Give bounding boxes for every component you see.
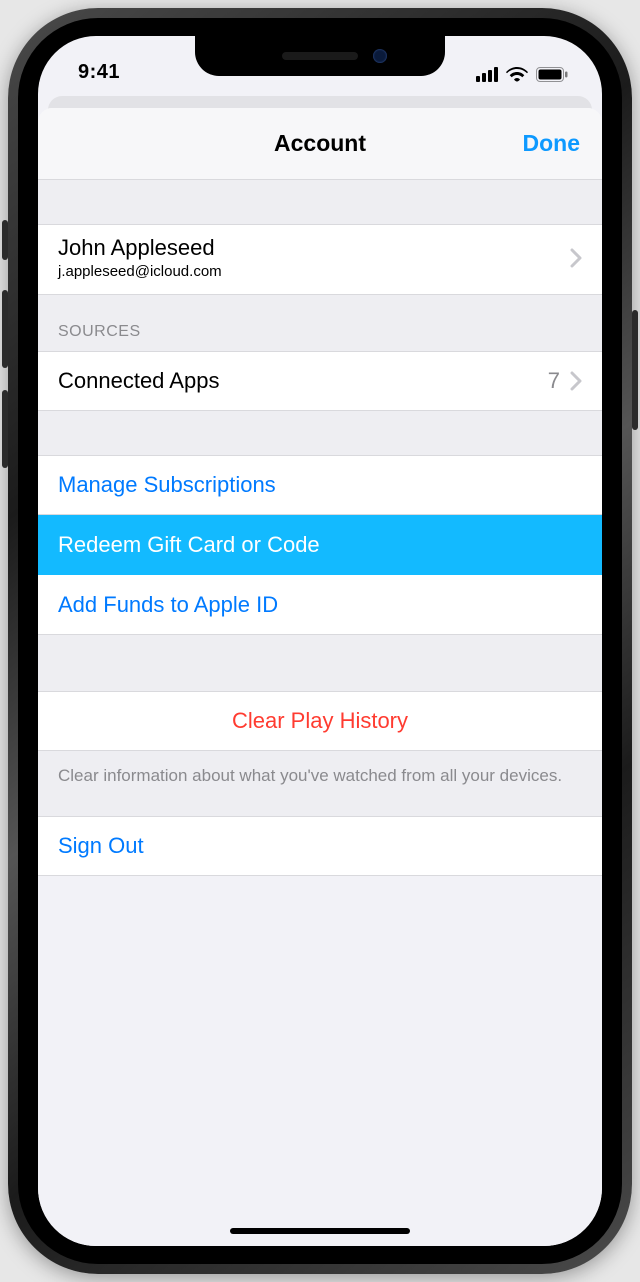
front-camera (373, 49, 387, 63)
clear-play-history-row[interactable]: Clear Play History (38, 691, 602, 751)
account-name: John Appleseed (58, 235, 222, 261)
connected-apps-label: Connected Apps (58, 368, 219, 394)
manage-subscriptions-row[interactable]: Manage Subscriptions (38, 455, 602, 515)
status-time: 9:41 (78, 61, 120, 84)
add-funds-label: Add Funds to Apple ID (58, 590, 278, 620)
volume-down-button (2, 390, 8, 468)
page-title: Account (274, 130, 366, 157)
wifi-icon (506, 66, 528, 82)
add-funds-row[interactable]: Add Funds to Apple ID (38, 575, 602, 635)
side-button (632, 310, 638, 430)
notch (195, 36, 445, 76)
sign-out-row[interactable]: Sign Out (38, 816, 602, 876)
mute-switch (2, 220, 8, 260)
cellular-signal-icon (476, 67, 498, 82)
section-header-sources: SOURCES (38, 295, 602, 351)
battery-icon (536, 67, 568, 82)
home-indicator[interactable] (230, 1228, 410, 1234)
chevron-right-icon (570, 248, 582, 268)
redeem-gift-card-label: Redeem Gift Card or Code (58, 530, 320, 560)
account-profile-row[interactable]: John Appleseed j.appleseed@icloud.com (38, 224, 602, 295)
connected-apps-count: 7 (548, 368, 560, 394)
sign-out-label: Sign Out (58, 833, 144, 859)
navbar: Account Done (38, 108, 602, 180)
connected-apps-row[interactable]: Connected Apps 7 (38, 351, 602, 411)
done-button[interactable]: Done (523, 130, 581, 157)
earpiece-speaker (282, 52, 358, 60)
redeem-gift-card-row[interactable]: Redeem Gift Card or Code (38, 515, 602, 575)
clear-play-history-footer: Clear information about what you've watc… (38, 751, 602, 804)
manage-subscriptions-label: Manage Subscriptions (58, 470, 276, 500)
volume-up-button (2, 290, 8, 368)
account-email: j.appleseed@icloud.com (58, 263, 222, 280)
chevron-right-icon (570, 371, 582, 391)
clear-play-history-label: Clear Play History (232, 708, 408, 734)
